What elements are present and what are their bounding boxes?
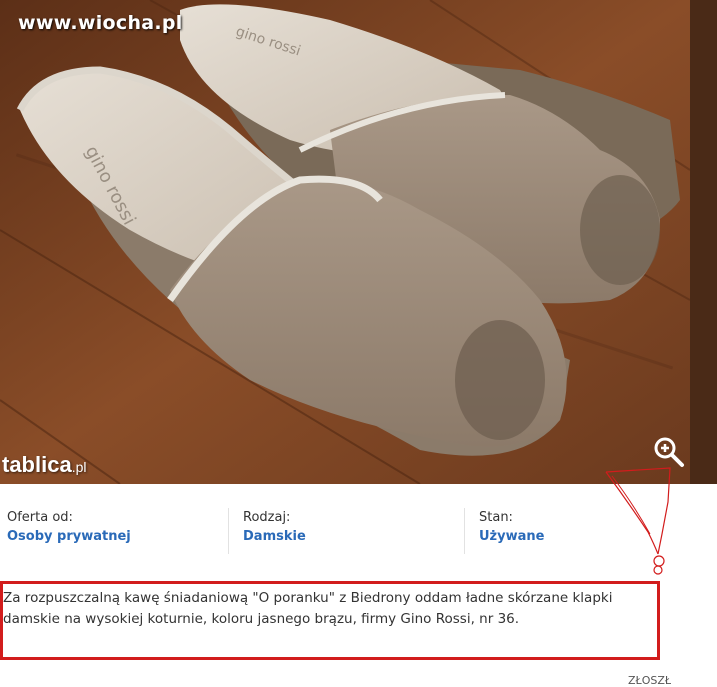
detail-value-link[interactable]: Osoby prywatnej [7,529,131,544]
detail-value-link[interactable]: Damskie [243,529,306,544]
partial-footer-text: ZŁOSZŁ [628,674,672,687]
detail-label: Stan: [479,510,513,525]
marketplace-suffix: .pl [71,459,87,475]
site-watermark: www.wiocha.pl [18,12,183,34]
zoom-icon[interactable] [652,435,686,469]
detail-type: Rodzaj: Damskie [243,510,306,558]
detail-offer-from: Oferta od: Osoby prywatnej [7,510,131,558]
description-text: Za rozpuszczalną kawę śniadaniową "O por… [3,590,613,627]
listing-description: Za rozpuszczalną kawę śniadaniową "O por… [0,581,660,660]
detail-condition: Stan: Używane [479,510,544,558]
marketplace-watermark: tablica.pl [2,452,87,478]
detail-label: Rodzaj: [243,510,291,525]
photo-edge-strip [690,0,717,484]
marketplace-name: tablica [2,452,72,477]
listing-details: Oferta od: Osoby prywatnej Rodzaj: Damsk… [0,500,700,560]
detail-value-link[interactable]: Używane [479,529,544,544]
listing-photo[interactable]: gino rossi gino rossi www.wiocha.pl tabl… [0,0,690,484]
divider [228,508,229,554]
divider [464,508,465,554]
detail-label: Oferta od: [7,510,73,525]
shoes-photo-drawing: gino rossi gino rossi [0,0,690,484]
